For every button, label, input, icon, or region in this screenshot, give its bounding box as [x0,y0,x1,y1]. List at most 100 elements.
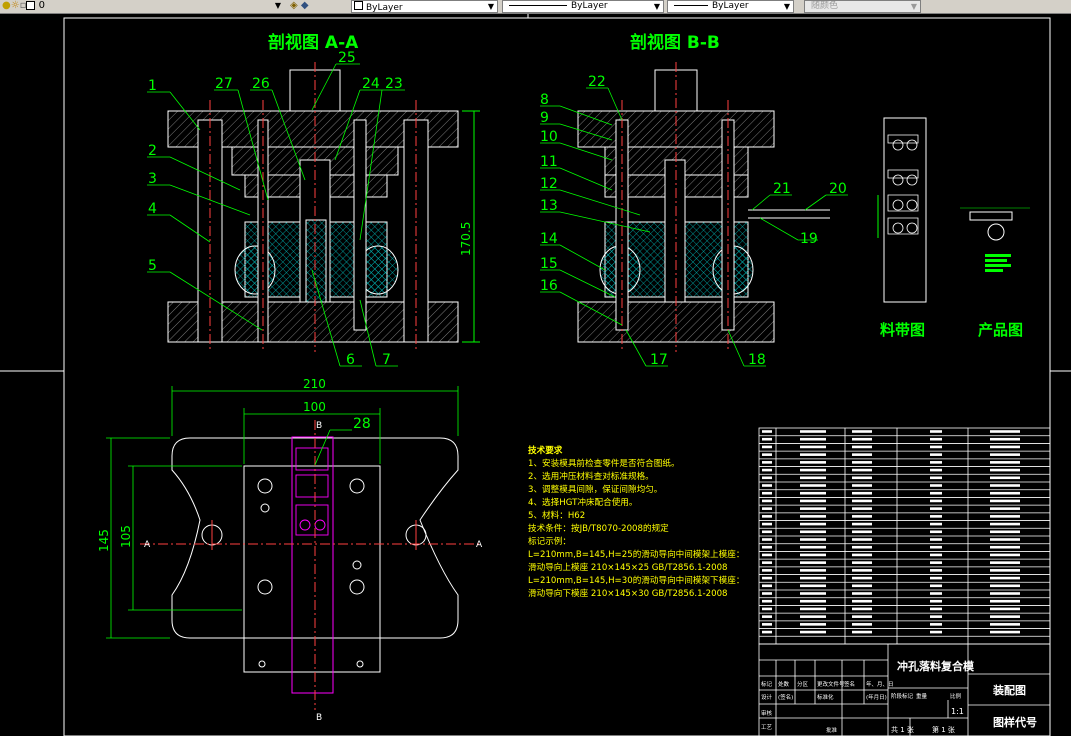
parts-cell-text [990,461,1020,464]
dim-height-105: 105 [119,525,133,548]
parts-cell-text [852,607,872,611]
parts-cell-text [990,561,1020,564]
parts-cell-text [852,453,872,456]
parts-cell-text [800,484,826,487]
parts-cell-text [762,592,772,595]
parts-cell-text [852,491,872,495]
parts-cell-text [852,437,872,441]
parts-cell-text [852,476,872,480]
balloon-22: 22 [588,74,606,90]
parts-cell-text [762,623,772,626]
lock-icon[interactable]: ▫ [20,0,27,11]
parts-cell-text [762,530,772,534]
parts-cell-text [990,445,1020,449]
product-label: 产品图 [978,321,1023,339]
layer-manager-icon[interactable]: ◈ [290,0,298,11]
parts-cell-text [762,499,772,503]
tb-label-stage: 阶段标记 [891,692,914,700]
parts-cell-text [852,461,872,464]
parts-cell-text [852,576,872,580]
parts-cell-text [990,538,1020,541]
layer-tools[interactable]: ◈ ◆ [290,0,330,12]
parts-cell-text [990,576,1020,580]
parts-cell-text [852,484,872,487]
balloon-20: 20 [829,181,847,197]
parts-cell-text [930,445,942,449]
parts-cell-text [762,507,772,510]
sheet-number: 第 1 张 [932,725,955,734]
parts-cell-text [852,507,872,510]
linetype-control[interactable]: ByLayer ▼ [502,0,664,13]
tech-line-10: L=210mm,B=145,H=30的滑动导向中间模架下模座： [528,574,744,586]
chevron-down-icon[interactable]: ▼ [273,0,283,11]
tb-label-sign2: (签名) [778,693,793,701]
parts-cell-text [852,553,872,557]
parts-cell-text [990,545,1020,549]
chevron-down-icon[interactable]: ▼ [782,1,792,12]
scale-value: 1:1 [951,707,964,716]
tb-label-sign: 签名 [844,680,855,688]
tb-label-date: 年、月、日 [866,680,894,688]
drawing-code: 图样代号 [993,715,1037,729]
tb-label-mark: 标记 [761,680,773,688]
technical-requirements: 技术要求 1、安装模具前检查零件是否符合图纸。 2、选用冲压材料查对标准规格。 … [528,444,744,599]
tb-label-approve: 批准 [826,726,838,734]
balloon-19: 19 [800,231,818,247]
balloon-3: 3 [148,171,157,187]
parts-cell-text [930,468,942,472]
section-bb-view: 剖视图 B-B 8 9 10 11 12 13 14 15 16 22 21 2… [540,32,848,368]
lineweight-control[interactable]: ByLayer ▼ [667,0,794,13]
lineweight-sample [674,5,708,6]
lineweight-value: ByLayer [712,1,749,11]
parts-cell-text [800,538,826,541]
parts-cell-text [930,630,942,634]
drawing-canvas[interactable]: 剖视图 A-A 170.5 1 2 3 4 5 27 26 25 24 23 6… [0,14,1071,736]
parts-cell-text [852,584,872,588]
parts-cell-text [930,507,942,510]
parts-cell-text [800,430,826,433]
layer-dropdown[interactable]: ▼ [62,0,284,11]
strip-layout-view: 料带图 [877,117,927,339]
parts-cell-text [930,491,942,495]
plan-view: 210 100 145 105 28 A A B B [97,377,483,723]
tb-label-design: 设计 [761,693,773,701]
parts-cell-text [990,499,1020,503]
sun-icon[interactable]: ☼ [11,0,20,11]
parts-cell-text [800,445,826,449]
balloon-24: 24 [362,76,380,92]
parts-cell-text [990,476,1020,480]
parts-cell-text [990,507,1020,510]
balloon-26: 26 [252,76,270,92]
parts-cell-text [930,461,942,464]
parts-cell-text [990,437,1020,441]
viewport-corner [1057,14,1071,28]
parts-cell-text [800,623,826,626]
layer-state-icons[interactable]: ●☼▫ 0 [2,0,62,12]
chevron-down-icon[interactable]: ▼ [486,1,496,12]
color-value: ByLayer [366,3,403,13]
balloon-28: 28 [353,416,371,432]
title-block: 冲孔落料复合模 装配图 图样代号 1:1 共 1 张 第 1 张 标记 处数 分… [758,643,1051,736]
parts-cell-text [930,430,942,433]
product-view: 产品图 [960,207,1030,339]
lightbulb-icon[interactable]: ● [2,0,11,11]
parts-cell-text [930,576,942,580]
parts-cell-text [762,545,772,549]
color-control[interactable]: ByLayer ▼ [351,0,498,13]
parts-cell-text [762,599,772,603]
parts-cell-text [800,453,826,456]
parts-cell-text [800,515,826,518]
dim-height-145: 145 [97,529,111,552]
chevron-down-icon[interactable]: ▼ [652,1,662,12]
parts-cell-text [762,615,772,618]
linetype-value: ByLayer [571,1,608,11]
parts-cell-text [990,607,1020,611]
layer-previous-icon[interactable]: ◆ [301,0,309,11]
plotstyle-control: 随颜色 ▼ [804,0,921,13]
parts-cell-text [930,553,942,557]
parts-cell-text [990,491,1020,495]
tech-line-5: 5、材料：H62 [528,509,585,521]
parts-cell-text [762,561,772,564]
parts-cell-text [762,445,772,449]
tech-line-1: 1、安装模具前检查零件是否符合图纸。 [528,457,680,469]
